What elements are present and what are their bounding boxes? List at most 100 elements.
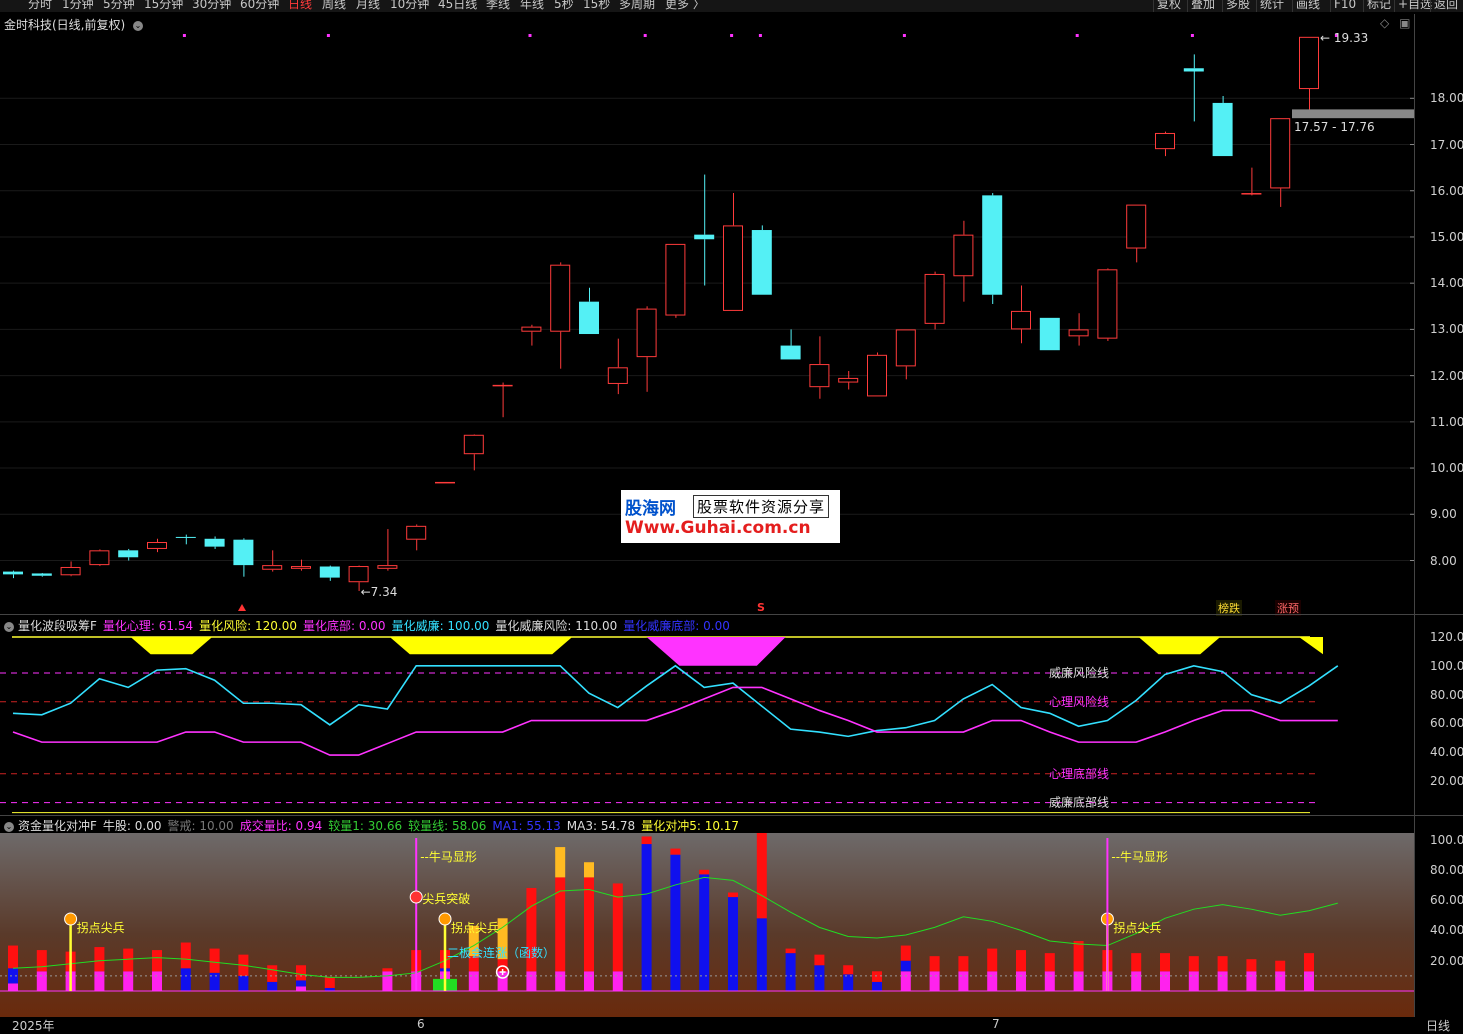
toolbar-button-7[interactable]: +自选 xyxy=(1398,0,1432,11)
volume-bar[interactable] xyxy=(94,947,105,991)
volume-bar[interactable] xyxy=(584,862,594,991)
candle[interactable] xyxy=(435,481,455,484)
volume-bar[interactable] xyxy=(1131,953,1142,991)
period-tab-1[interactable]: 1分钟 xyxy=(62,0,94,11)
period-tab-16[interactable]: 更多 〉 xyxy=(665,0,705,11)
candle[interactable] xyxy=(953,220,974,302)
candle[interactable] xyxy=(636,306,657,392)
candle[interactable] xyxy=(521,324,542,346)
candle[interactable] xyxy=(1183,54,1204,122)
volume-bar[interactable] xyxy=(872,971,882,991)
period-tab-3[interactable]: 15分钟 xyxy=(144,0,183,11)
volume-bar[interactable] xyxy=(641,836,652,991)
volume-bar[interactable] xyxy=(987,948,998,991)
volume-bar[interactable] xyxy=(123,948,134,991)
candle[interactable] xyxy=(838,370,859,390)
volume-bar[interactable] xyxy=(296,965,306,991)
candle[interactable] xyxy=(1155,131,1175,157)
volume-bar[interactable] xyxy=(1188,956,1199,991)
oscillator-chart[interactable]: 威廉风险线心理风险线心理底部线威廉底部线 xyxy=(0,616,1414,816)
candle[interactable] xyxy=(1011,285,1031,344)
candle[interactable] xyxy=(723,193,743,311)
candle[interactable] xyxy=(1068,313,1089,346)
candle[interactable] xyxy=(118,548,139,561)
candle[interactable] xyxy=(3,570,23,579)
candle[interactable] xyxy=(1097,268,1118,341)
period-tab-10[interactable]: 45日线 xyxy=(438,0,477,11)
period-tab-7[interactable]: 周线 xyxy=(322,0,346,11)
candle[interactable] xyxy=(751,225,772,295)
candle[interactable] xyxy=(406,524,427,551)
volume-bar[interactable] xyxy=(1160,953,1170,991)
candle[interactable] xyxy=(895,329,916,380)
volume-bar[interactable] xyxy=(699,869,710,991)
period-tab-12[interactable]: 年线 xyxy=(520,0,544,11)
volume-bar[interactable] xyxy=(1246,959,1257,991)
toolbar-button-2[interactable]: 多股 xyxy=(1226,0,1250,11)
volume-bar[interactable] xyxy=(814,954,825,991)
volume-bar[interactable] xyxy=(612,883,623,991)
candle[interactable] xyxy=(607,338,628,395)
volume-bar[interactable] xyxy=(785,948,796,991)
volume-bar[interactable] xyxy=(1304,953,1314,991)
candle[interactable] xyxy=(550,262,571,369)
candle[interactable] xyxy=(1270,118,1291,207)
candle[interactable] xyxy=(492,382,513,418)
candle[interactable] xyxy=(463,434,484,471)
candle[interactable] xyxy=(1039,317,1060,351)
volume-bar[interactable] xyxy=(929,956,940,991)
candle[interactable] xyxy=(204,536,225,549)
candle[interactable] xyxy=(291,559,311,571)
period-tab-15[interactable]: 多周期 xyxy=(619,0,655,11)
volume-bar[interactable] xyxy=(843,965,854,991)
period-tab-6[interactable]: 日线 xyxy=(288,0,312,11)
candle[interactable] xyxy=(175,534,196,545)
period-tab-11[interactable]: 季线 xyxy=(486,0,510,11)
candle[interactable] xyxy=(233,538,254,577)
period-tab-0[interactable]: 分时 xyxy=(28,0,52,11)
volume-bar[interactable] xyxy=(1217,956,1228,991)
capital-bar-chart[interactable]: 拐点尖兵 拐点尖兵 拐点尖兵 --牛马显形 --牛马显形尖兵突破二板会连涨（函数） xyxy=(0,833,1414,1017)
toolbar-button-3[interactable]: 统计 xyxy=(1260,0,1284,11)
toolbar-button-4[interactable]: 画线 xyxy=(1296,0,1320,11)
candle[interactable] xyxy=(809,336,830,399)
candle[interactable] xyxy=(982,193,1003,304)
volume-bar[interactable] xyxy=(1016,950,1026,991)
volume-bar[interactable] xyxy=(324,977,335,991)
volume-bar[interactable] xyxy=(1044,953,1055,991)
period-tab-4[interactable]: 30分钟 xyxy=(192,0,231,11)
volume-bar[interactable] xyxy=(670,848,681,991)
candle[interactable] xyxy=(31,572,52,577)
volume-bar[interactable] xyxy=(555,847,566,991)
candle[interactable] xyxy=(867,352,887,397)
toolbar-button-8[interactable]: 返回 xyxy=(1434,0,1458,11)
volume-bar[interactable] xyxy=(382,968,393,991)
volume-bar[interactable] xyxy=(1073,941,1084,991)
candle[interactable] xyxy=(665,243,686,318)
volume-bar[interactable] xyxy=(756,833,767,991)
candle[interactable] xyxy=(1126,204,1147,263)
volume-bar[interactable] xyxy=(238,954,249,991)
toolbar-button-5[interactable]: F10 xyxy=(1334,0,1356,11)
volume-bar[interactable] xyxy=(958,956,969,991)
toolbar-button-6[interactable]: 标记 xyxy=(1367,0,1391,11)
period-tab-8[interactable]: 月线 xyxy=(356,0,380,11)
candle[interactable] xyxy=(89,549,110,567)
candle[interactable] xyxy=(377,529,398,571)
candle[interactable] xyxy=(780,329,801,360)
toolbar-button-1[interactable]: 叠加 xyxy=(1191,0,1215,11)
toolbar-button-0[interactable]: 复权 xyxy=(1157,0,1181,11)
period-tab-5[interactable]: 60分钟 xyxy=(240,0,279,11)
candle[interactable] xyxy=(60,561,81,577)
candle[interactable] xyxy=(319,565,340,581)
volume-bar[interactable] xyxy=(152,950,162,991)
candle[interactable] xyxy=(147,538,167,553)
volume-bar[interactable] xyxy=(900,945,911,991)
candle[interactable] xyxy=(1299,36,1319,110)
candle[interactable] xyxy=(924,271,945,330)
period-tab-9[interactable]: 10分钟 xyxy=(390,0,429,11)
volume-bar[interactable] xyxy=(209,948,220,991)
candle[interactable] xyxy=(1212,95,1233,157)
volume-bar[interactable] xyxy=(36,950,47,991)
period-tab-13[interactable]: 5秒 xyxy=(554,0,574,11)
